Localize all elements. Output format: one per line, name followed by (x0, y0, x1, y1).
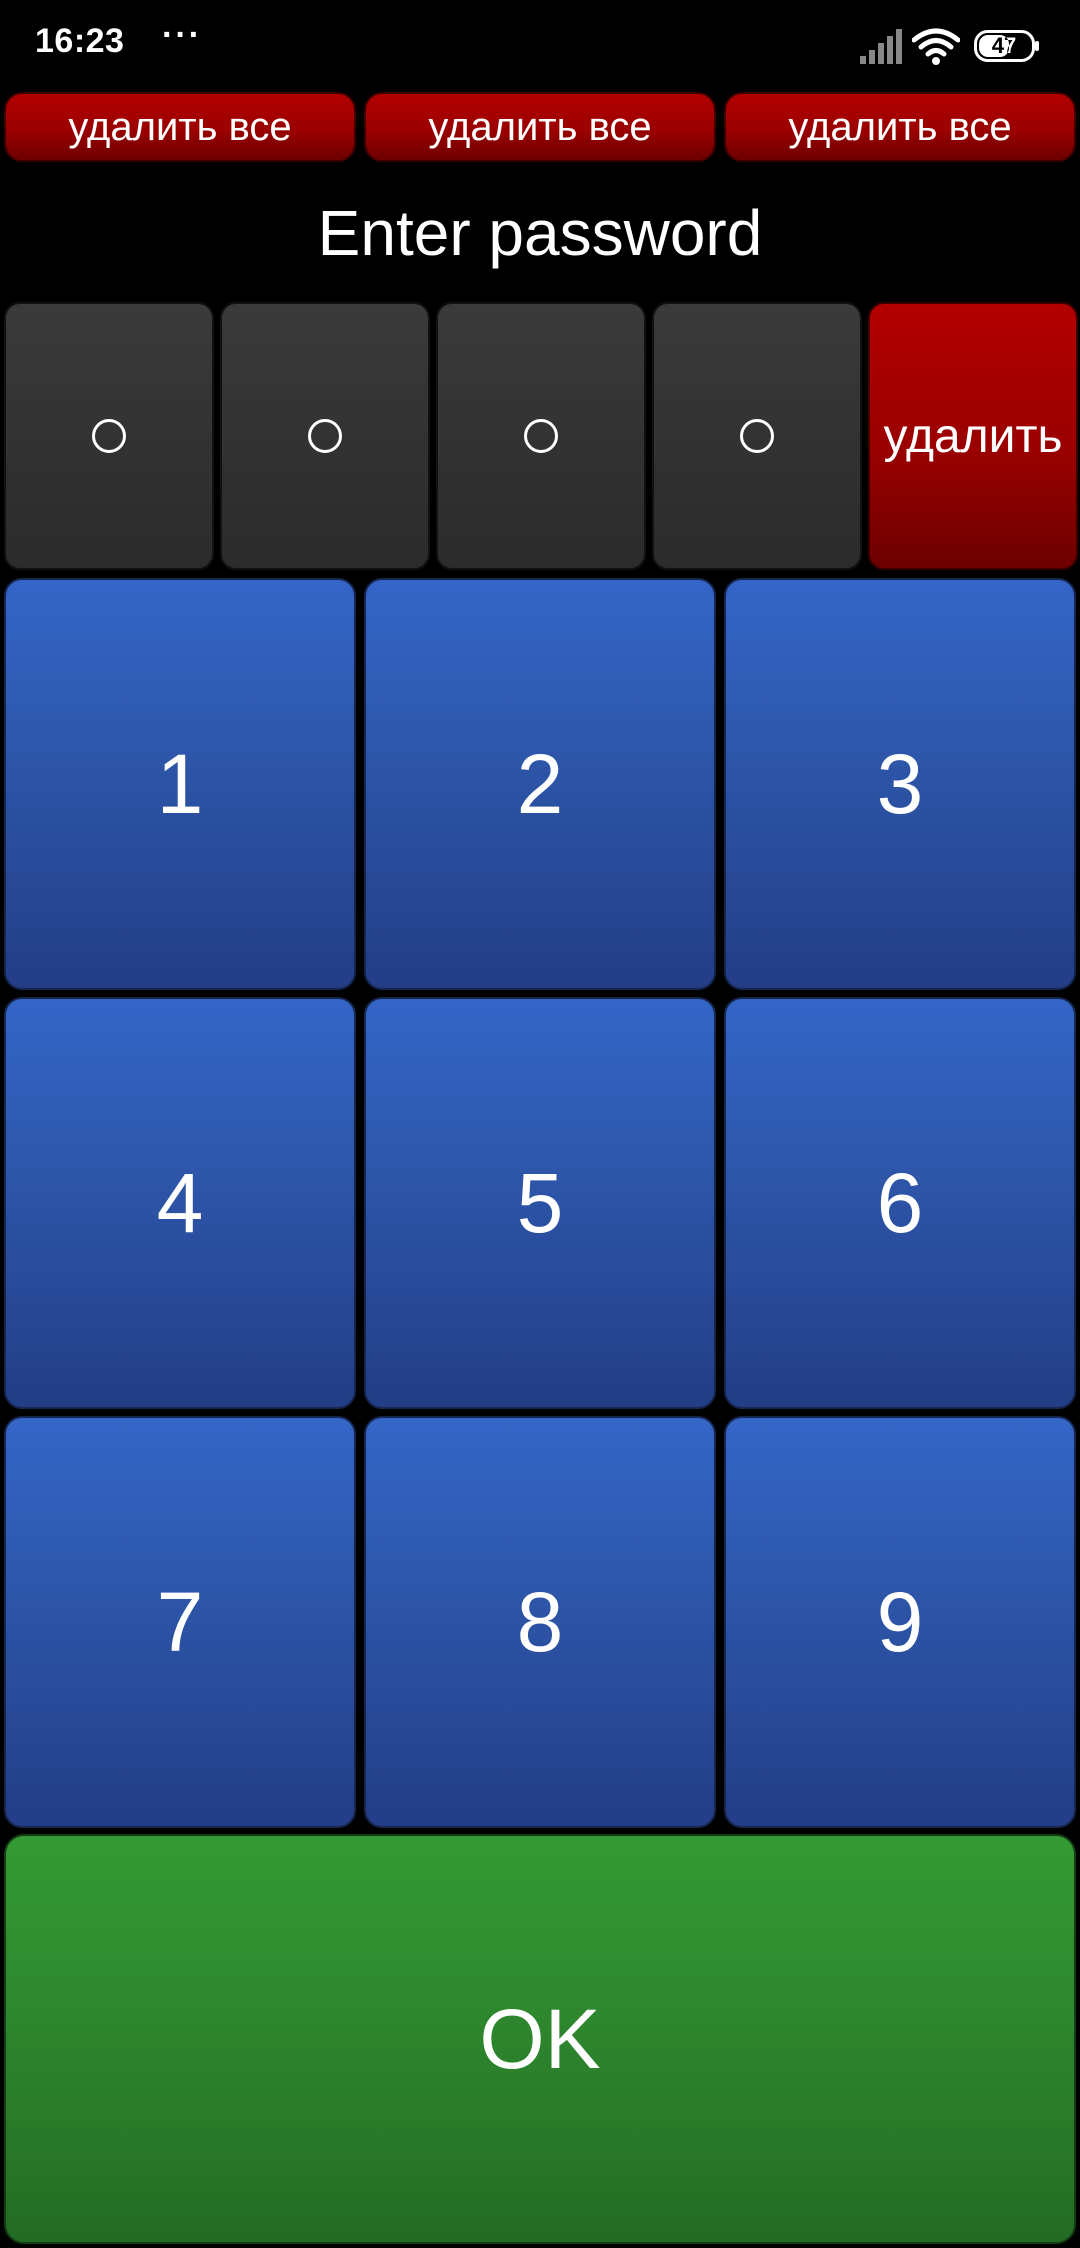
delete-label: удалить (883, 409, 1063, 463)
signal-icon (860, 29, 902, 64)
keypad-digit: 4 (156, 1155, 204, 1250)
pin-slot-4 (652, 302, 862, 570)
keypad-digit: 8 (516, 1574, 564, 1669)
delete-all-button-1[interactable]: удалить все (4, 92, 356, 162)
status-time: 16:23 (35, 22, 125, 60)
wifi-icon (912, 28, 960, 65)
page-title: Enter password (317, 197, 763, 269)
keypad-7[interactable]: 7 (4, 1416, 356, 1828)
pin-slot-3 (436, 302, 646, 570)
ok-button[interactable]: OK (4, 1834, 1076, 2244)
keypad-6[interactable]: 6 (724, 997, 1076, 1409)
delete-all-button-2[interactable]: удалить все (364, 92, 716, 162)
delete-button[interactable]: удалить (868, 302, 1078, 570)
delete-all-label: удалить все (68, 104, 292, 149)
pin-slot-1 (4, 302, 214, 570)
delete-all-label: удалить все (428, 104, 652, 149)
keypad-digit: 6 (876, 1155, 924, 1250)
delete-all-button-3[interactable]: удалить все (724, 92, 1076, 162)
keypad-3[interactable]: 3 (724, 578, 1076, 990)
keypad-1[interactable]: 1 (4, 578, 356, 990)
delete-all-label: удалить все (788, 104, 1012, 149)
keypad-digit: 7 (156, 1574, 204, 1669)
keypad-digit: 9 (876, 1574, 924, 1669)
keypad-8[interactable]: 8 (364, 1416, 716, 1828)
keypad-digit: 3 (876, 736, 924, 831)
pin-slot-2 (220, 302, 430, 570)
keypad-5[interactable]: 5 (364, 997, 716, 1409)
battery-icon: 47 (974, 30, 1040, 62)
ok-label: OK (479, 1991, 601, 2086)
pin-circle-icon (308, 419, 342, 453)
keypad-digit: 2 (516, 736, 564, 831)
status-bar: 16:23 ··· 47 (0, 0, 1080, 90)
keypad-digit: 1 (156, 736, 204, 831)
pin-circle-icon (92, 419, 126, 453)
battery-level: 47 (991, 33, 1017, 58)
keypad-9[interactable]: 9 (724, 1416, 1076, 1828)
pin-circle-icon (740, 419, 774, 453)
keypad-4[interactable]: 4 (4, 997, 356, 1409)
pin-circle-icon (524, 419, 558, 453)
notification-dots: ··· (162, 16, 202, 54)
keypad-2[interactable]: 2 (364, 578, 716, 990)
keypad-digit: 5 (516, 1155, 564, 1250)
